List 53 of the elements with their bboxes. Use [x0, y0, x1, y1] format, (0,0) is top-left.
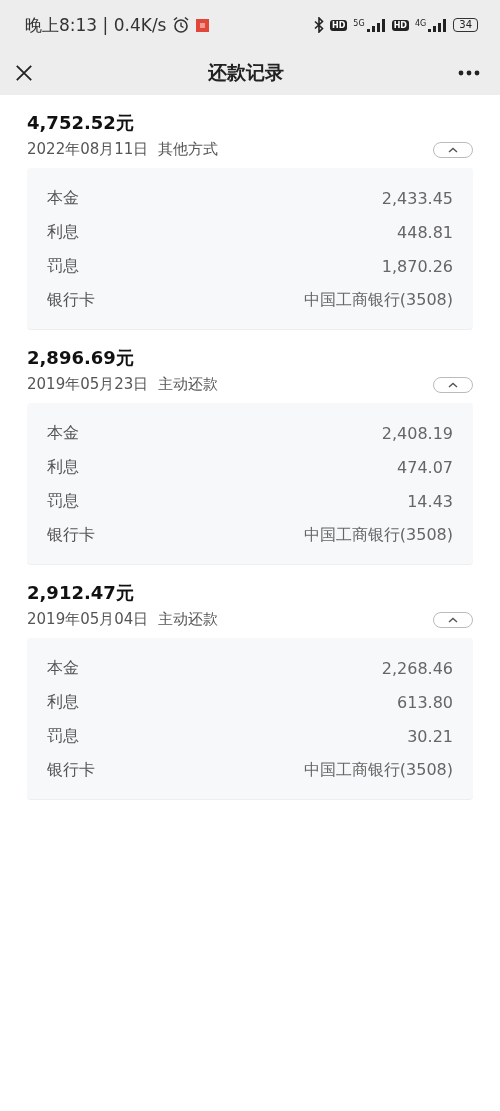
close-icon[interactable]	[15, 63, 33, 82]
caret-up-icon	[448, 146, 458, 153]
detail-value: 448.81	[397, 222, 453, 242]
repayment-date: 2019年05月04日	[27, 610, 149, 629]
detail-value: 中国工商银行(3508)	[303, 759, 453, 781]
detail-label: 罚息	[47, 725, 79, 747]
battery-indicator: 34	[453, 18, 478, 32]
detail-value: 14.43	[407, 491, 453, 511]
page-title: 还款记录	[207, 59, 284, 85]
detail-value: 2,268.46	[381, 658, 453, 678]
detail-value: 474.07	[397, 457, 453, 477]
detail-label: 罚息	[47, 255, 79, 277]
detail-label: 银行卡	[47, 759, 95, 781]
repayment-method: 其他方式	[158, 140, 219, 159]
signal-icon	[365, 18, 386, 32]
detail-label: 利息	[47, 221, 79, 243]
detail-label: 本金	[47, 657, 79, 679]
repayment-amount: 4,752.52元	[27, 111, 135, 135]
detail-label: 本金	[47, 187, 79, 209]
network-label: 5G	[353, 18, 365, 28]
signal-icon	[427, 18, 448, 32]
detail-value: 中国工商银行(3508)	[303, 289, 453, 311]
detail-label: 利息	[47, 456, 79, 478]
network-label: 4G	[414, 18, 427, 28]
repayment-method: 主动还款	[158, 375, 219, 394]
alarm-icon	[172, 16, 191, 34]
status-time: 晚上8:13 | 0.4K/s	[25, 13, 167, 37]
detail-value: 30.21	[407, 726, 453, 746]
repayment-date: 2019年05月23日	[27, 375, 149, 394]
repayment-amount: 2,912.47元	[27, 581, 135, 605]
caret-up-icon	[448, 616, 458, 623]
hd-badge: HD	[330, 19, 348, 31]
detail-value: 613.80	[397, 692, 453, 712]
notification-icon	[196, 18, 210, 32]
bluetooth-icon	[314, 17, 324, 33]
repayment-date: 2022年08月11日	[27, 140, 149, 159]
caret-up-icon	[448, 381, 458, 388]
detail-label: 罚息	[47, 490, 79, 512]
detail-value: 2,408.19	[381, 423, 453, 443]
repayment-method: 主动还款	[158, 610, 219, 629]
collapse-toggle[interactable]	[433, 611, 473, 628]
collapse-toggle[interactable]	[433, 376, 473, 393]
detail-value: 1,870.26	[381, 256, 453, 276]
detail-value: 2,433.45	[381, 188, 453, 208]
hd-badge: HD	[391, 19, 409, 31]
collapse-toggle[interactable]	[433, 141, 473, 158]
detail-label: 本金	[47, 422, 79, 444]
detail-label: 银行卡	[47, 524, 95, 546]
detail-value: 中国工商银行(3508)	[303, 524, 453, 546]
detail-label: 利息	[47, 691, 79, 713]
repayment-amount: 2,896.69元	[27, 346, 135, 370]
detail-label: 银行卡	[47, 289, 95, 311]
more-icon[interactable]	[458, 69, 480, 76]
